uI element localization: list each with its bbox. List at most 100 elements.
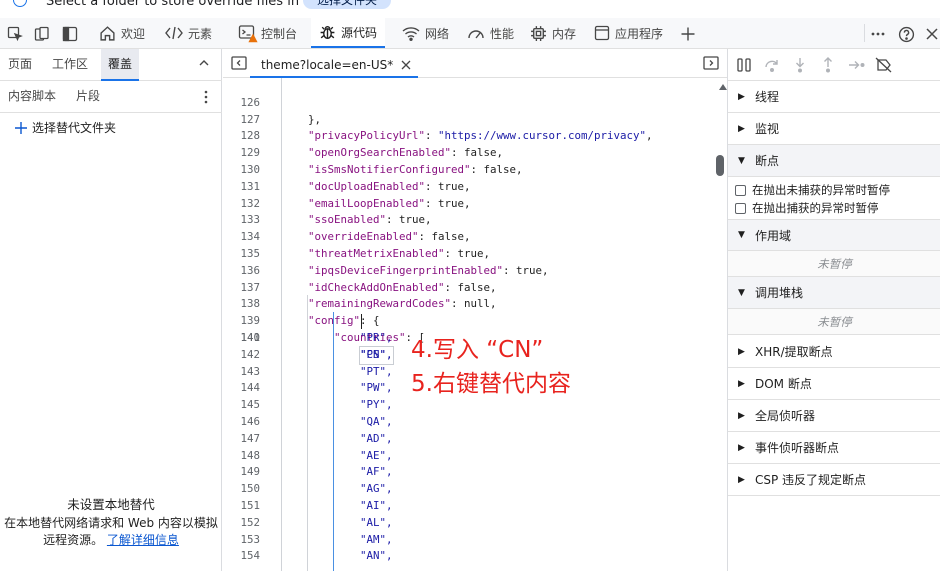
application-icon <box>594 25 610 41</box>
vertical-scrollbar[interactable] <box>719 78 727 571</box>
code-editor: theme?locale=en-US* }, 126 }, 127 "priva… <box>223 49 727 571</box>
pause-caught-option[interactable]: 在抛出捕获的异常时暂停 <box>735 200 879 216</box>
scrollbar-thumb[interactable] <box>716 155 724 176</box>
infobar: Select a folder to store override files … <box>0 0 940 18</box>
code-line: 147 "AD", <box>240 431 393 445</box>
pause-icon[interactable] <box>736 57 752 76</box>
tab-content-scripts[interactable]: 内容脚本 <box>1 81 63 113</box>
section-call-stack[interactable]: ▼ 调用堆栈 <box>728 277 940 309</box>
learn-more-link[interactable]: 了解详细信息 <box>107 533 179 547</box>
close-tab-icon <box>401 60 411 69</box>
bug-icon <box>320 25 335 39</box>
section-global-listeners[interactable]: ▶ 全局侦听器 <box>728 400 940 432</box>
select-folder-button[interactable]: 选择文件夹 <box>303 0 392 9</box>
debugger-panel: ▶ 线程 ▶ 监视 ▼ 断点 在抛出未捕获的异常时暂停 在抛出捕获的异常时暂停 ▼ 作用… <box>727 49 940 571</box>
code-line: 132 "ssoEnabled": true, <box>240 196 432 227</box>
code-line: 126 }, <box>240 95 322 126</box>
infobar-message: Select a folder to store override files … <box>46 0 300 9</box>
expand-arrow-icon: ▶ <box>738 346 745 357</box>
annotation-step-5: 5.右键替代内容 <box>411 371 571 397</box>
section-dom-breakpoints[interactable]: ▶ DOM 断点 <box>728 368 940 400</box>
editor-file-tab[interactable]: theme?locale=en-US* <box>250 53 419 78</box>
tab-application[interactable]: 应用程序 <box>586 18 671 48</box>
scroll-up-arrow-icon <box>719 84 727 90</box>
tab-page[interactable]: 页面 <box>1 49 39 81</box>
code-line: 134 "threatMetrixEnabled": true, <box>240 230 491 260</box>
inspect-element-icon[interactable] <box>6 25 24 43</box>
code-line: 127 "privacyPolicyUrl": "https://www.cur… <box>240 112 653 143</box>
pause-uncaught-checkbox[interactable] <box>735 184 746 196</box>
code-line: 150 "AG", <box>240 482 393 496</box>
pause-uncaught-option[interactable]: 在抛出未捕获的异常时暂停 <box>735 182 890 198</box>
pause-caught-checkbox[interactable] <box>735 202 746 214</box>
tab-welcome[interactable]: 欢迎 <box>91 18 153 48</box>
code-line: 152 "AL", <box>240 515 393 529</box>
empty-state-description: 在本地替代网络请求和 Web 内容以模拟远程资源。 了解详细信息 <box>4 515 218 549</box>
plus-icon <box>15 121 27 134</box>
expand-arrow-icon: ▶ <box>738 474 745 485</box>
tab-overrides[interactable]: 覆盖 <box>101 49 140 81</box>
step-into-icon[interactable] <box>792 57 808 76</box>
devtools-toolbar: 欢迎 元素 控制台 源代码 网络 性能 内存 应用程序 <box>0 18 940 49</box>
section-scope[interactable]: ▼ 作用域 <box>728 219 940 251</box>
code-area[interactable]: }, 126 }, 127 "privacyPolicyUrl": "https… <box>223 78 719 571</box>
tab-console[interactable]: 控制台 <box>230 18 305 48</box>
code-line: 129 "isSmsNotifierConfigured": false, <box>240 146 523 176</box>
select-override-folder-button[interactable]: 选择替代文件夹 <box>14 119 116 136</box>
collapse-arrow-icon: ▼ <box>738 230 745 240</box>
toggle-navigator-icon[interactable] <box>231 56 247 73</box>
device-toggle-icon[interactable] <box>33 25 51 43</box>
code-line-current: 140 "CN", <box>223 313 719 365</box>
tab-workspace[interactable]: 工作区 <box>45 49 95 81</box>
collapse-chevron-icon[interactable] <box>198 57 210 72</box>
collapse-arrow-icon: ▼ <box>738 155 745 166</box>
code-line: 131 "emailLoopEnabled": true, <box>240 179 471 210</box>
toggle-debugger-icon[interactable] <box>703 56 719 73</box>
collapse-arrow-icon: ▼ <box>738 287 745 298</box>
section-csp-violation-breakpoints[interactable]: ▶ CSP 违反了规定断点 <box>728 464 940 496</box>
tab-memory[interactable]: 内存 <box>522 18 584 48</box>
code-brackets-icon <box>165 26 183 40</box>
wifi-icon <box>402 26 420 41</box>
memory-chip-icon <box>531 25 546 41</box>
section-threads[interactable]: ▶ 线程 <box>728 81 940 113</box>
close-devtools-icon[interactable] <box>923 25 940 43</box>
deactivate-breakpoints-icon[interactable] <box>875 57 892 76</box>
add-tab-icon[interactable] <box>679 25 697 43</box>
expand-arrow-icon: ▶ <box>738 123 745 134</box>
code-line: 153 "AM", <box>240 532 393 546</box>
step-out-icon[interactable] <box>820 57 836 76</box>
section-watch[interactable]: ▶ 监视 <box>728 113 940 145</box>
code-line: 130 "docUploadEnabled": true, <box>240 162 471 193</box>
step-icon[interactable] <box>848 57 866 76</box>
tab-elements[interactable]: 元素 <box>157 18 220 48</box>
section-breakpoints[interactable]: ▼ 断点 <box>728 145 940 177</box>
step-over-icon[interactable] <box>764 57 780 76</box>
navigator-panel: 页面 工作区 覆盖 内容脚本 片段 选择替代文件夹 未设置本地替代 在本地替代网… <box>0 49 222 571</box>
expand-arrow-icon: ▶ <box>738 378 745 389</box>
section-xhr-breakpoints[interactable]: ▶ XHR/提取断点 <box>728 336 940 368</box>
tab-performance[interactable]: 性能 <box>459 18 522 48</box>
file-tab-label: theme?locale=en-US* <box>261 57 394 72</box>
debugger-toolbar <box>728 49 940 81</box>
code-line: 148 "AE", <box>240 448 393 462</box>
tab-snippets[interactable]: 片段 <box>69 81 107 113</box>
navigator-subtabs: 内容脚本 片段 <box>0 81 222 113</box>
navigator-more-icon[interactable] <box>203 89 209 108</box>
code-line: 138 "config": { <box>240 297 380 328</box>
code-line: 139 "countries": [ <box>240 314 426 344</box>
dock-side-icon[interactable] <box>61 25 79 43</box>
tab-sources[interactable]: 源代码 <box>311 18 386 48</box>
annotation-step-4: 4.写入 “CN” <box>411 337 544 363</box>
tab-network[interactable]: 网络 <box>394 18 457 48</box>
help-icon[interactable] <box>897 25 915 43</box>
expand-arrow-icon: ▶ <box>738 91 745 102</box>
code-line: 149 "AF", <box>240 465 393 479</box>
expand-arrow-icon: ▶ <box>738 410 745 421</box>
navigator-tabs: 页面 工作区 覆盖 <box>0 49 222 81</box>
more-options-icon[interactable] <box>869 25 887 43</box>
home-icon <box>100 25 115 41</box>
code-line: 145 "PY", <box>240 398 393 412</box>
section-event-listener-breakpoints[interactable]: ▶ 事件侦听器断点 <box>728 432 940 464</box>
warning-icon <box>248 33 258 43</box>
